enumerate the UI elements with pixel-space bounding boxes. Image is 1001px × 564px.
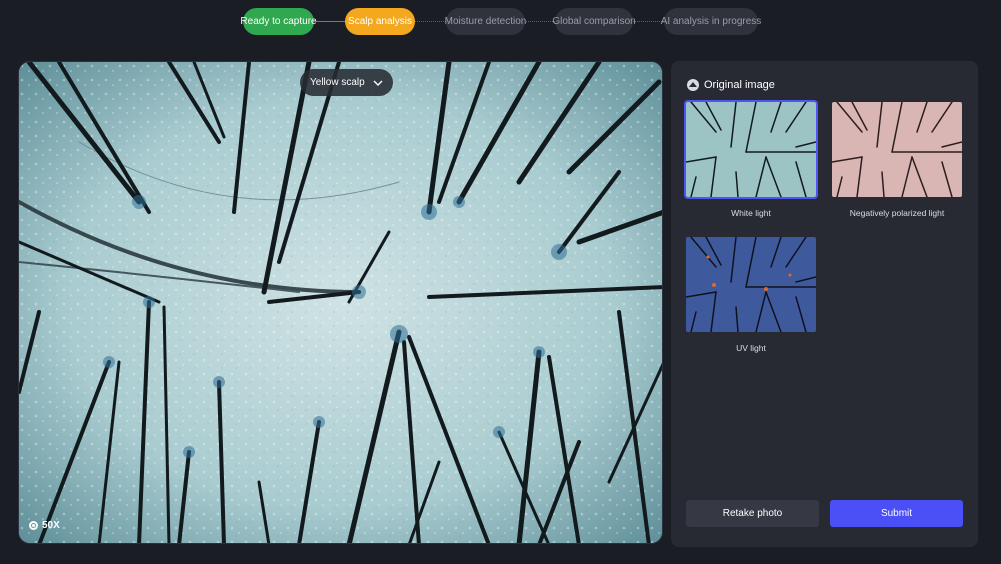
- image-icon: [687, 79, 699, 91]
- step-connector: [525, 21, 555, 22]
- step-global-comparison[interactable]: Global comparison: [552, 8, 636, 35]
- thumbnail-label-white-light: White light: [731, 208, 771, 218]
- scalp-image-viewer[interactable]: [18, 61, 663, 544]
- negatively-polarized-image: [832, 102, 962, 197]
- scalp-type-label: Yellow scalp: [310, 77, 365, 88]
- thumbnail-label-negatively-polarized: Negatively polarized light: [849, 208, 945, 218]
- scalp-type-dropdown[interactable]: Yellow scalp: [300, 69, 393, 96]
- zoom-indicator: 50X: [29, 520, 60, 531]
- step-connector: [314, 21, 345, 22]
- panel-title: Original image: [687, 79, 775, 91]
- step-moisture-detection[interactable]: Moisture detection: [445, 8, 526, 35]
- progress-stepper: Ready to capture Scalp analysis Moisture…: [0, 8, 1001, 35]
- step-ready-to-capture[interactable]: Ready to capture: [240, 8, 317, 35]
- step-scalp-analysis[interactable]: Scalp analysis: [345, 8, 415, 35]
- zoom-level: 50X: [42, 520, 60, 531]
- magnifier-icon: [29, 521, 38, 530]
- thumbnail-uv-light[interactable]: [684, 235, 818, 334]
- original-image-panel: Original image White light Negatively po…: [671, 61, 978, 547]
- uv-light-image: [686, 237, 816, 332]
- retake-photo-button[interactable]: Retake photo: [686, 500, 819, 527]
- thumbnail-white-light[interactable]: [684, 100, 818, 199]
- submit-button[interactable]: Submit: [830, 500, 963, 527]
- step-ai-analysis[interactable]: AI analysis in progress: [661, 8, 761, 35]
- white-light-image: [686, 102, 816, 197]
- thumbnail-negatively-polarized-light[interactable]: [830, 100, 964, 199]
- thumbnail-label-uv-light: UV light: [736, 343, 766, 353]
- step-connector: [633, 21, 664, 22]
- step-connector: [415, 21, 446, 22]
- chevron-down-icon: [373, 80, 383, 86]
- scalp-microscope-image: [19, 62, 662, 543]
- panel-title-text: Original image: [704, 79, 775, 91]
